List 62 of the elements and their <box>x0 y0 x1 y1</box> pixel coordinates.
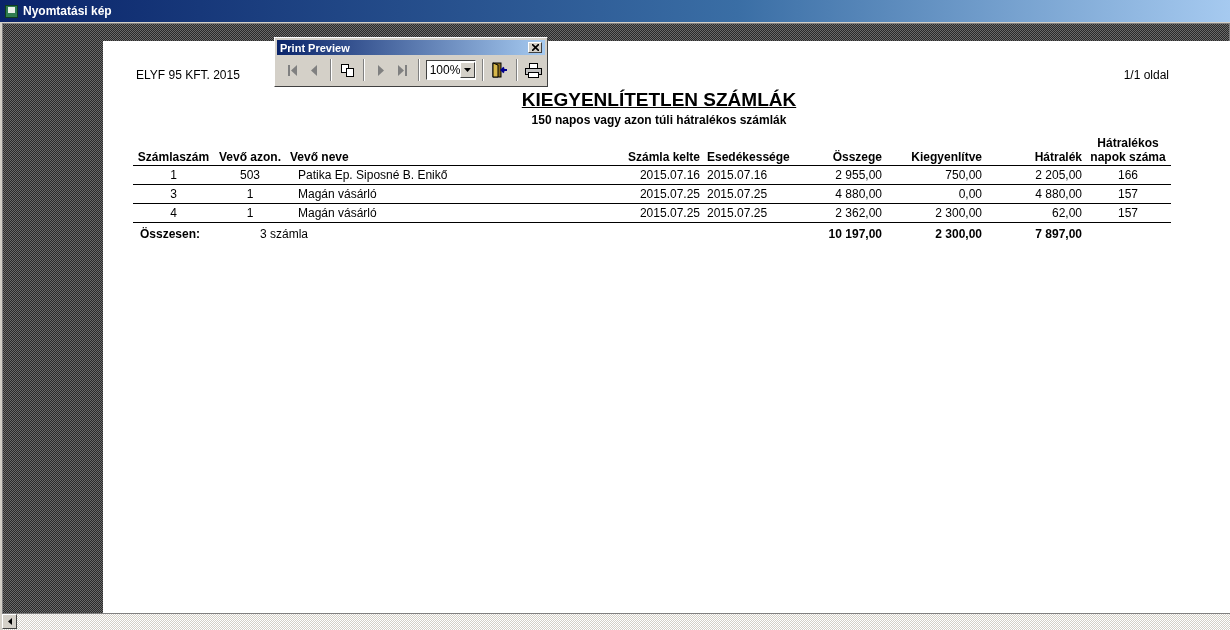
table-cell: 62,00 <box>985 204 1085 223</box>
dropdown-arrow-icon <box>464 68 472 72</box>
table-cell: 2015.07.16 <box>703 166 803 185</box>
column-header: Összege <box>803 150 885 166</box>
previous-page-icon <box>311 64 317 76</box>
table-cell: 2015.07.25 <box>703 204 803 223</box>
scroll-left-button[interactable] <box>2 614 17 629</box>
table-cell: 4 <box>133 204 214 223</box>
table-cell: 750,00 <box>885 166 985 185</box>
total-sum: 10 197,00 <box>827 226 883 243</box>
invoice-count: 3 számla <box>259 226 310 243</box>
table-cell: 2 300,00 <box>885 204 985 223</box>
table-cell: 1 <box>214 185 286 204</box>
page-number: 1/1 oldal <box>1123 68 1169 82</box>
table-cell: 1 <box>214 204 286 223</box>
table-cell: 3 <box>133 185 214 204</box>
printer-icon <box>524 62 542 78</box>
column-header: Vevő neve <box>286 150 613 166</box>
report-title: KIEGYENLÍTETLEN SZÁMLÁK <box>521 89 797 110</box>
first-page-icon <box>287 64 298 76</box>
table-cell: 157 <box>1085 185 1171 204</box>
company-header: ELYF 95 KFT. 2015 <box>136 68 240 82</box>
column-header: Kiegyenlítve <box>885 150 985 166</box>
table-cell: 2 955,00 <box>803 166 885 185</box>
column-header: Számla kelte <box>613 150 703 166</box>
column-header: Vevő azon. <box>214 150 286 166</box>
table-cell: 157 <box>1085 204 1171 223</box>
table-cell: 2 205,00 <box>985 166 1085 185</box>
pages-icon <box>340 63 354 77</box>
table-cell: 2015.07.25 <box>703 185 803 204</box>
close-button[interactable] <box>490 59 510 81</box>
table-cell: Patika Ep. Siposné B. Enikő <box>286 166 613 185</box>
column-header: Hátralék <box>985 150 1085 166</box>
door-exit-icon <box>492 62 508 78</box>
table-cell: Magán vásárló <box>286 185 613 204</box>
last-page-icon <box>396 64 407 76</box>
report-subtitle: 150 napos vagy azon túli hátralékos számlák <box>531 113 787 127</box>
table-cell: 166 <box>1085 166 1171 185</box>
table-cell: 4 880,00 <box>985 185 1085 204</box>
toolbar-title: Print Preview <box>280 41 350 54</box>
close-icon <box>531 44 539 51</box>
total-sum: 7 897,00 <box>1034 226 1083 243</box>
zoom-dropdown[interactable]: 100% <box>425 60 477 80</box>
window-title: Nyomtatási kép <box>23 4 112 18</box>
table-cell: 0,00 <box>885 185 985 204</box>
table-cell: 503 <box>214 166 286 185</box>
column-header: Esedékessége <box>703 150 803 166</box>
table-cell: 1 <box>133 166 214 185</box>
total-label: Összesen: <box>139 226 202 243</box>
table-cell: 2015.07.16 <box>613 166 703 185</box>
column-header: Hátralékos napok száma <box>1085 136 1171 166</box>
app-icon <box>5 4 18 18</box>
table-cell: 2015.07.25 <box>613 204 703 223</box>
table-cell: Magán vásárló <box>286 204 613 223</box>
table-cell: 2015.07.25 <box>613 185 703 204</box>
table-cell: 4 880,00 <box>803 185 885 204</box>
next-page-icon <box>377 64 384 76</box>
total-sum: 2 300,00 <box>934 226 983 243</box>
table-cell: 2 362,00 <box>803 204 885 223</box>
column-header: Számlaszám <box>133 150 214 166</box>
close-button[interactable] <box>528 42 542 53</box>
left-arrow-icon <box>7 618 12 625</box>
